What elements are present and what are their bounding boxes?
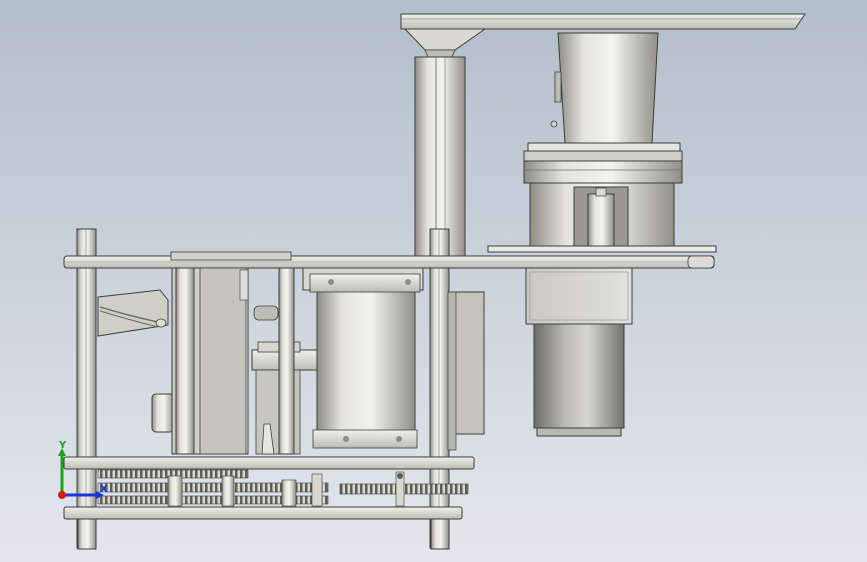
lower-flange [487, 245, 717, 253]
tapered-motor-housing[interactable] [550, 32, 659, 144]
encoder-disc [151, 393, 175, 433]
cad-viewport[interactable]: Y X [0, 0, 867, 562]
guide-rod-right [278, 267, 295, 455]
x-axis-label: X [100, 484, 108, 495]
servo-motor[interactable] [533, 323, 625, 437]
coupling-housing[interactable] [529, 182, 675, 249]
top-arm-plate[interactable] [400, 13, 806, 30]
vertical-column[interactable] [414, 56, 466, 258]
upper-gear-plate [63, 456, 475, 470]
drum-motor[interactable] [302, 267, 424, 449]
main-base-plate[interactable] [63, 255, 715, 269]
coordinate-triad[interactable]: Y X [50, 440, 120, 510]
right-post-foot [430, 518, 450, 550]
coordinate-triad-icon: Y X [58, 440, 108, 499]
motor-side-cover [447, 291, 485, 451]
y-axis-label: Y [58, 440, 67, 451]
right-support-post [429, 228, 450, 549]
bottom-plate [63, 506, 463, 520]
guide-rod-left [175, 267, 195, 455]
assembly-model-view[interactable] [0, 0, 867, 562]
upper-flange [523, 142, 683, 184]
z-axis-marker [58, 491, 66, 499]
left-post-foot [77, 518, 97, 550]
gearbox-block [525, 267, 633, 325]
